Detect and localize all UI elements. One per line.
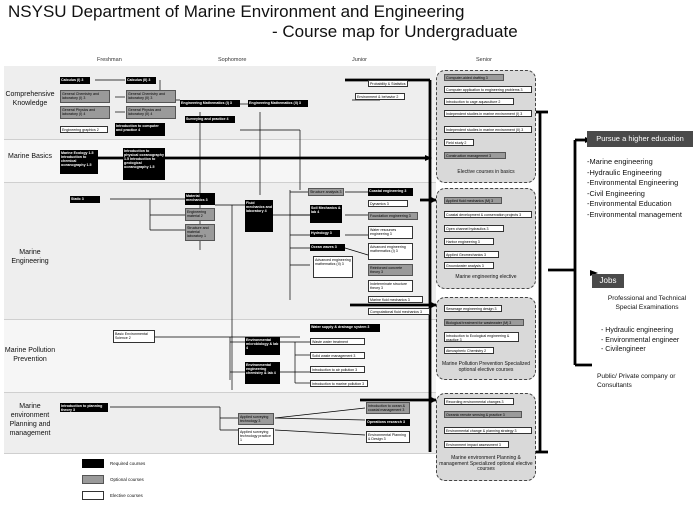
course-physics-2: General Physics and laboratory (II) 4 [126,106,176,119]
higher-ed-item: -Civil Engineering [587,188,645,198]
course-calculus-1: Calculus (I) 3 [60,77,90,84]
course-applied-surveying: Applied surveying technology 3 [238,413,274,425]
course-engineering-math-1: Engineering Mathematics (I) 3 [180,100,240,107]
exam-item: - Hydraulic engineering [601,327,673,334]
course-marine-ecology: Marine Ecology 1.5 Introduction to chemi… [60,150,98,174]
course-environmental-microbiology: Environmental microbiology & lab 4 [245,337,280,355]
course-material-mechanics: Material mechanics 3 [185,193,215,205]
course-calculus-2: Calculus (II) 3 [126,77,156,84]
electives-engineering-label: Marine engineering elective [455,274,517,280]
course-environment-behavior: Environment & behavior 2 [355,93,405,100]
higher-ed-item: -Marine engineering [587,157,653,166]
course-engineering-math-2: Engineering Mathematics (II) 3 [248,100,308,107]
course-environmental-planning-design: Environmental Planning & Design 3 [366,431,410,443]
course-computational-fluid: Computational fluid mechanics 3 [368,308,430,315]
elective-field-study: Field study 2 [444,139,474,146]
legend-optional-swatch [82,475,104,484]
course-marine-fluid-mechanics: Marine fluid mechanics 3 [368,296,423,303]
legend-elective-label: Elective courses [110,493,143,498]
course-dynamics: Dynamics 3 [368,200,408,207]
course-air-pollution: Introduction to air pollution 3 [310,366,365,373]
elective-cage-aquaculture: Introduction to cage aquaculture 2 [444,98,514,105]
elective-independent-studies-1: Independent studies in marine environmen… [444,110,532,117]
elective-biological-treatment: Biological treatment for wastewater (M) … [444,319,524,326]
elective-sewerage: Sewerage engineering design 3 [444,305,502,312]
higher-ed-item: -Environmental Engineering [587,178,679,187]
legend-optional-label: Optional courses [110,477,144,482]
course-foundation-engineering: Foundation engineering 3 [368,212,418,220]
course-physics-1: General Physics and laboratory (I) 4 [60,106,110,119]
elective-recording-changes: Recording environmental changes 3 [444,398,514,405]
public-private-text: Public/ Private company or Consultants [597,373,676,389]
course-wastewater-treatment: Waste water treatment engineering 3 [310,338,365,345]
course-soil-mechanics: Soil Mechanics & lab 4 [310,205,342,223]
course-engineering-material: Engineering material 2 [185,208,215,221]
higher-ed-item: -Hydraulic Engineering [587,167,662,177]
higher-ed-item: -Environmental management [587,209,682,219]
course-operations-research: Operations research 3 [366,419,410,426]
electives-planning-label: Marine environment Planning & management… [439,455,533,473]
electives-pollution-label: Marine Pollution Prevention Specialized … [441,361,531,373]
elective-planning-strategy: Environmental change & planning strategy… [444,427,532,434]
course-marine-pollution: Introduction to marine pollution 3 [310,380,368,387]
elective-applied-fluid: Applied fluid mechanics (M) 3 [444,197,502,204]
exams-text: Professional and Technical Special Exami… [607,295,687,311]
elective-applied-geomechanics: Applied Geomechanics 3 [444,251,499,258]
elective-independent-studies-2: Independent studies in marine environmen… [444,126,532,133]
elective-ecological-engineering: Introduction to Ecological engineering &… [444,332,519,342]
course-chemistry-2: General Chemistry and laboratory (II) 3 [126,90,176,103]
course-ocean-waves: Ocean waves 3 [310,244,345,251]
higher-education-title: Pursue a higher education [587,131,693,147]
course-fluid-mechanics: Fluid mechanics and laboratory 4 [245,200,273,232]
electives-comprehensive-label: Elective courses in basics [457,169,515,175]
course-basic-environmental-science: Basic Environmental Science 2 [113,330,155,343]
course-hydrology: Hydrology 3 [310,230,340,237]
course-reinforced-concrete: Reinforced concrete theory 3 [368,264,413,276]
course-intro-computer: Introduction to computer and practice 4 [115,123,165,136]
course-probability-statistics: Probability & Statistics 3 [368,80,408,87]
elective-open-channel: Open channel hydraulics 3 [444,225,504,232]
course-surveying: Surveying and practice 4 [185,116,235,123]
course-coastal-engineering: Coastal engineering 3 [368,188,413,196]
elective-atmospheric-chemistry: Atmospheric Chemistry 2 [444,347,494,354]
course-chemistry-1: General Chemistry and laboratory (I) 3 [60,90,110,103]
exam-item: - Environmental engineer [601,336,680,344]
course-environmental-chemistry: Environmental engineering chemistry & la… [245,362,280,384]
course-intro-planning-theory: Introduction to planning theory 3 [60,403,108,412]
course-indeterminate-structure: Indeterminate structure theory 3 [368,280,413,292]
elective-construction-management: Construction management 3 [444,152,506,159]
course-advanced-math-1: Advanced engineering mathematics (I) 3 [368,243,413,260]
legend-elective-swatch [82,491,104,500]
elective-impact-assessment: Environment impact assessment 3 [444,441,509,448]
elective-cad: Computer-aided drafting 3 [444,74,504,81]
course-water-supply: Water supply & drainage system 3 [310,324,380,332]
elective-groundwater: Groundwater analysis 3 [444,262,494,269]
course-advanced-math-2: Advanced engineering mathematics (II) 3 [313,256,353,278]
higher-ed-item: -Environmental Education [587,199,672,208]
course-applied-surveying-practice: Applied surveying technology practice 1 [238,428,274,445]
course-solid-waste: Solid waste management 3 [310,352,365,359]
legend-required-label: Required courses [110,461,146,466]
legend-required-swatch [82,459,104,468]
jobs-title: Jobs [592,274,624,288]
course-physical-oceanography: Introduction to physical oceanography 1.… [123,148,165,180]
course-statics: Static 3 [70,196,100,203]
higher-education-list: -Marine engineering -Hydraulic Engineeri… [587,157,682,220]
elective-coastal-development: Coastal development & conservation proje… [444,211,532,218]
course-engineering-graphics: Engineering graphics 2 [60,126,108,133]
course-structure-analysis: Structure analysis 3 [308,188,344,196]
elective-computer-application: Computer application to engineering prob… [444,86,532,93]
elective-harbor-engineering: Harbor engineering 3 [444,238,494,245]
exam-list: - Hydraulic engineering - Environmental … [601,326,679,355]
exam-item: - Civilengineer [601,346,646,353]
course-ocean-coastal-management: Introduction to ocean & coastal manageme… [366,402,410,414]
elective-remote-sensing: Oceanic remote sensing & practice 3 [444,411,522,418]
course-water-resources: Water resources engineering 3 [368,226,413,239]
course-structure-lab: Structure and material laboratory 1 [185,224,215,241]
